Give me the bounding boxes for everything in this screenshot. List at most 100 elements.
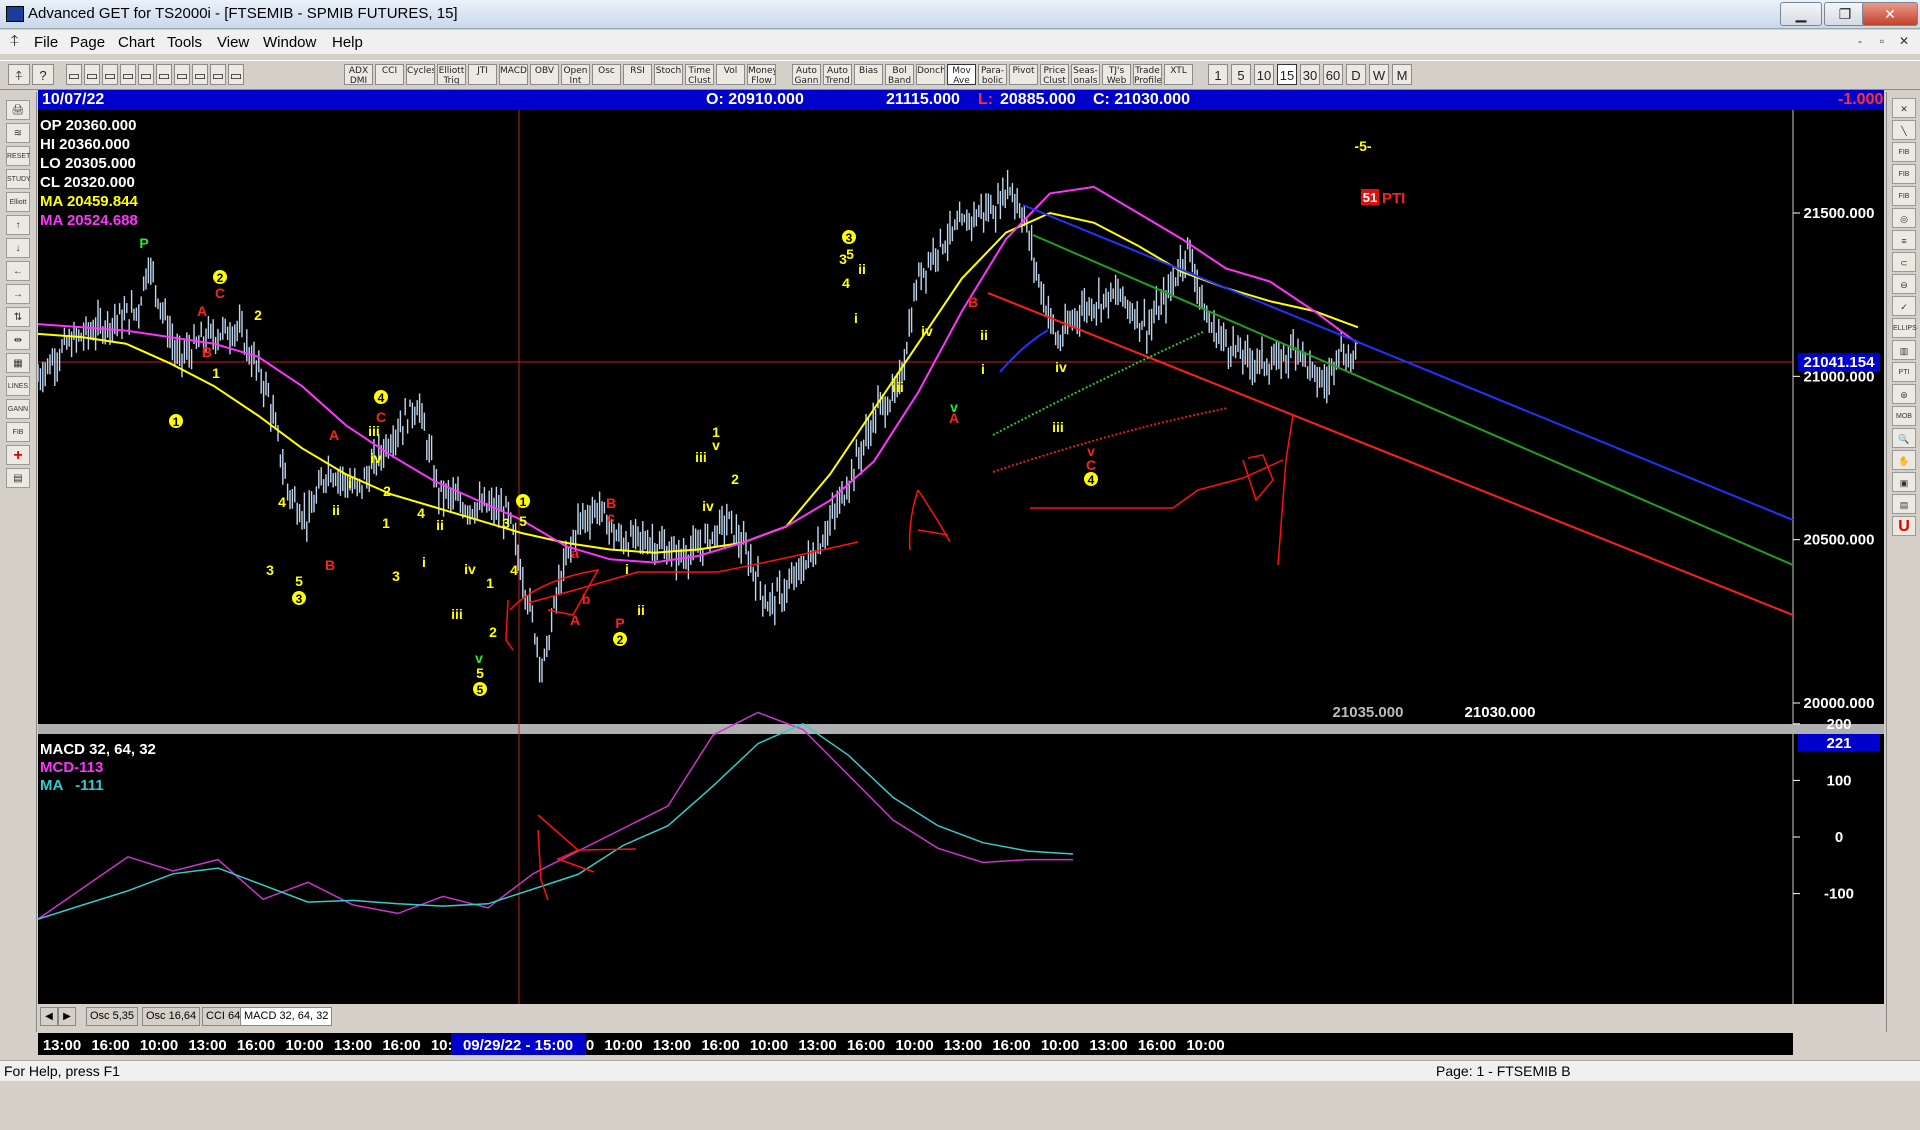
study-button-cci[interactable]: CCI [375,64,404,85]
left-tool-item-15[interactable]: + [6,445,30,465]
file-toolbar-icon-5[interactable]: ▭ [156,64,172,85]
file-toolbar-icon-1[interactable]: ▭ [84,64,100,85]
help-cursor-icon[interactable]: ? [32,64,54,85]
study-button-vol[interactable]: Vol [716,64,745,85]
left-tool-item-8[interactable]: → [6,284,30,304]
menu-view[interactable]: View [217,34,249,51]
tool-button-mov-ave[interactable]: Mov Ave [947,64,976,85]
minimize-button[interactable]: ▁ [1780,2,1822,26]
tool-button-auto-gann[interactable]: Auto Gann [792,64,821,85]
right-tool-pti-12[interactable]: PTI [1892,362,1916,382]
tab-next-button[interactable]: ▶ [58,1007,76,1026]
timeframe-button-m[interactable]: M [1392,64,1412,85]
timeframe-button-w[interactable]: W [1369,64,1389,85]
file-toolbar-icon-3[interactable]: ▭ [120,64,136,85]
file-toolbar-icon-0[interactable]: ▭ [66,64,82,85]
study-button-cycles[interactable]: Cycles [406,64,435,85]
study-button-stoch[interactable]: Stoch [654,64,683,85]
file-toolbar-icon-6[interactable]: ▭ [174,64,190,85]
file-toolbar-icon-7[interactable]: ▭ [192,64,208,85]
menu-page[interactable]: Page [70,34,105,51]
file-toolbar-icon-9[interactable]: ▭ [228,64,244,85]
tab-cci-64[interactable]: CCI 64 [202,1007,245,1026]
study-button-adx-dmi[interactable]: ADX DMI [344,64,373,85]
close-button[interactable]: ✕ [1862,2,1918,26]
tab-osc-5-35[interactable]: Osc 5,35 [86,1007,139,1026]
right-tool-item-6[interactable]: ≡ [1892,230,1916,250]
left-tool-item-10[interactable]: ⇹ [6,330,30,350]
menu-tools[interactable]: Tools [167,34,202,51]
right-tool-u-19[interactable]: U [1892,516,1916,536]
right-tool-item-16[interactable]: ✋ [1892,450,1916,470]
left-tool-item-6[interactable]: ↓ [6,238,30,258]
tool-button-pivot[interactable]: Pivot [1009,64,1038,85]
timeframe-button-1[interactable]: 1 [1208,64,1228,85]
tool-button-bias[interactable]: Bias [854,64,883,85]
menu-help[interactable]: Help [332,34,363,51]
left-tool-fib-14[interactable]: FIB [6,422,30,442]
tool-button-trade-profile[interactable]: Trade Profile [1133,64,1162,85]
file-toolbar-icon-8[interactable]: ▭ [210,64,226,85]
left-tool-item-11[interactable]: ▦ [6,353,30,373]
study-button-osc[interactable]: Osc [592,64,621,85]
study-button-elliott-trig[interactable]: Elliott Trig [437,64,466,85]
study-button-open-int[interactable]: Open Int [561,64,590,85]
left-tool-lines-12[interactable]: LINES [6,376,30,396]
right-tool-fib-ext-3[interactable]: FIB EXT [1892,164,1916,198]
left-tool-item-16[interactable]: ▤ [6,468,30,488]
left-tool-item-5[interactable]: ↑ [6,215,30,235]
menu-chart[interactable]: Chart [118,34,155,51]
tab-prev-button[interactable]: ◀ [40,1007,58,1026]
right-tool-fib-time-4[interactable]: FIB TIME [1892,186,1916,220]
timeframe-button-15[interactable]: 15 [1277,64,1297,85]
right-tool-ellips-10[interactable]: ELLIPS [1892,318,1917,338]
mdi-minimize-button[interactable]: - [1850,32,1870,50]
right-tool-mob-14[interactable]: MOB [1892,406,1916,426]
menu-window[interactable]: Window [263,34,316,51]
tool-button-donch[interactable]: Donch [916,64,945,85]
right-tool-item-17[interactable]: ▣ [1892,472,1916,492]
left-tool-study-3[interactable]: STUDY [6,169,31,189]
right-tool-item-15[interactable]: 🔍 [1892,428,1916,448]
tool-button-bol-band[interactable]: Bol Band [885,64,914,85]
tab-osc-16-64[interactable]: Osc 16,64 [142,1007,201,1026]
tool-button-para-bolic[interactable]: Para-bolic [978,64,1007,85]
chart-canvas[interactable]: P2CAB2113453ABiii4Ciiiiv2134iii iviii12v5… [38,110,1884,1130]
timeframe-button-60[interactable]: 60 [1323,64,1343,85]
study-button-jti[interactable]: JTI [468,64,497,85]
right-tool-item-7[interactable]: ⊂ [1892,252,1916,272]
left-tool-elliott-4[interactable]: Elliott [6,192,30,212]
maximize-button[interactable]: ❐ [1824,2,1866,26]
left-tool-gann-13[interactable]: GANN [6,399,30,419]
document-icon[interactable]: ⍏ [10,33,20,51]
tool-button-auto-trend[interactable]: Auto Trend [823,64,852,85]
tool-button-xtl[interactable]: XTL [1164,64,1193,85]
tab-macd[interactable]: MACD 32, 64, 32 [240,1007,333,1026]
file-toolbar-icon-2[interactable]: ▭ [102,64,118,85]
study-button-time-clust[interactable]: Time Clust [685,64,714,85]
menu-file[interactable]: File [34,34,58,51]
right-tool-item-1[interactable]: ╲ [1892,120,1916,140]
study-button-rsi[interactable]: RSI [623,64,652,85]
left-tool-item-1[interactable]: ≋ [6,123,30,143]
panel-divider[interactable] [38,724,1884,734]
mdi-close-button[interactable]: ✕ [1894,32,1914,50]
study-button-macd[interactable]: MACD [499,64,528,85]
timeframe-button-30[interactable]: 30 [1300,64,1320,85]
tool-button-seas-onals[interactable]: Seas-onals [1071,64,1100,85]
pointer-tool-icon[interactable]: ⍏ [8,64,30,85]
file-toolbar-icon-4[interactable]: ▭ [138,64,154,85]
right-tool-item-11[interactable]: ▥ [1892,340,1916,360]
timeframe-button-10[interactable]: 10 [1254,64,1274,85]
right-tool-item-5[interactable]: ◎ [1892,208,1916,228]
timeframe-button-5[interactable]: 5 [1231,64,1251,85]
right-tool-item-18[interactable]: ▤ [1892,494,1916,514]
tool-button-price-clust[interactable]: Price Clust [1040,64,1069,85]
right-tool-item-13[interactable]: ⊛ [1892,384,1916,404]
right-tool-fib-ret-2[interactable]: FIB RET [1892,142,1916,176]
mdi-restore-button[interactable]: ▫ [1872,32,1892,50]
left-tool-item-0[interactable]: 🖨 [6,100,30,120]
timeframe-button-d[interactable]: D [1346,64,1366,85]
left-tool-reset-2[interactable]: RESET [6,146,30,166]
right-tool-item-8[interactable]: ⊖ [1892,274,1916,294]
